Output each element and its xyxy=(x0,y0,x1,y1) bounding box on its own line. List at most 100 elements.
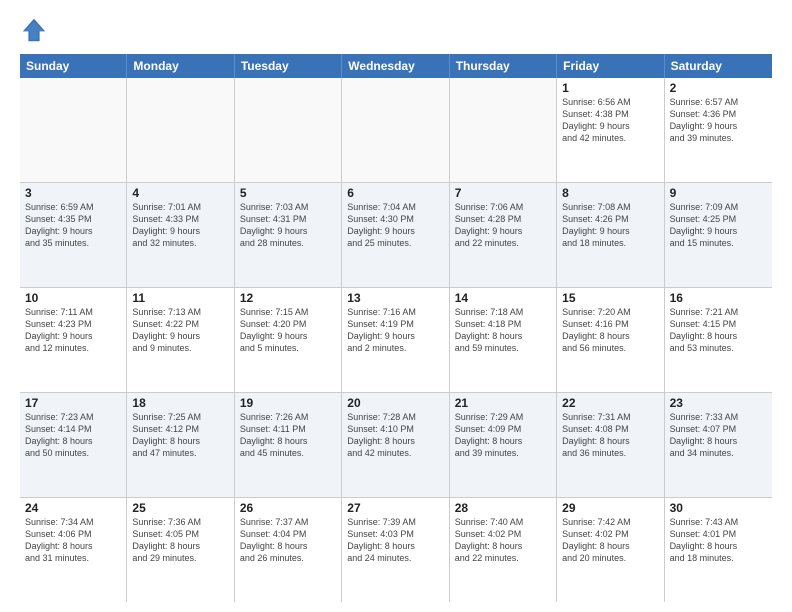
calendar-header: SundayMondayTuesdayWednesdayThursdayFrid… xyxy=(20,54,772,78)
day-cell: 20Sunrise: 7:28 AM Sunset: 4:10 PM Dayli… xyxy=(342,393,449,497)
day-info: Sunrise: 7:13 AM Sunset: 4:22 PM Dayligh… xyxy=(132,306,228,355)
day-info: Sunrise: 7:31 AM Sunset: 4:08 PM Dayligh… xyxy=(562,411,658,460)
empty-cell xyxy=(235,78,342,182)
day-number: 23 xyxy=(670,396,767,410)
weekday-header: Wednesday xyxy=(342,54,449,78)
day-info: Sunrise: 7:01 AM Sunset: 4:33 PM Dayligh… xyxy=(132,201,228,250)
day-cell: 12Sunrise: 7:15 AM Sunset: 4:20 PM Dayli… xyxy=(235,288,342,392)
day-info: Sunrise: 6:59 AM Sunset: 4:35 PM Dayligh… xyxy=(25,201,121,250)
day-cell: 10Sunrise: 7:11 AM Sunset: 4:23 PM Dayli… xyxy=(20,288,127,392)
day-number: 8 xyxy=(562,186,658,200)
day-number: 11 xyxy=(132,291,228,305)
day-number: 28 xyxy=(455,501,551,515)
day-cell: 3Sunrise: 6:59 AM Sunset: 4:35 PM Daylig… xyxy=(20,183,127,287)
calendar-body: 1Sunrise: 6:56 AM Sunset: 4:38 PM Daylig… xyxy=(20,78,772,602)
day-cell: 1Sunrise: 6:56 AM Sunset: 4:38 PM Daylig… xyxy=(557,78,664,182)
day-cell: 22Sunrise: 7:31 AM Sunset: 4:08 PM Dayli… xyxy=(557,393,664,497)
day-info: Sunrise: 7:37 AM Sunset: 4:04 PM Dayligh… xyxy=(240,516,336,565)
empty-cell xyxy=(342,78,449,182)
day-info: Sunrise: 7:08 AM Sunset: 4:26 PM Dayligh… xyxy=(562,201,658,250)
day-info: Sunrise: 7:29 AM Sunset: 4:09 PM Dayligh… xyxy=(455,411,551,460)
weekday-header: Friday xyxy=(557,54,664,78)
day-number: 22 xyxy=(562,396,658,410)
day-number: 4 xyxy=(132,186,228,200)
calendar-row: 10Sunrise: 7:11 AM Sunset: 4:23 PM Dayli… xyxy=(20,288,772,393)
calendar: SundayMondayTuesdayWednesdayThursdayFrid… xyxy=(20,54,772,602)
day-cell: 7Sunrise: 7:06 AM Sunset: 4:28 PM Daylig… xyxy=(450,183,557,287)
empty-cell xyxy=(450,78,557,182)
day-info: Sunrise: 7:06 AM Sunset: 4:28 PM Dayligh… xyxy=(455,201,551,250)
day-cell: 18Sunrise: 7:25 AM Sunset: 4:12 PM Dayli… xyxy=(127,393,234,497)
day-cell: 11Sunrise: 7:13 AM Sunset: 4:22 PM Dayli… xyxy=(127,288,234,392)
day-number: 20 xyxy=(347,396,443,410)
day-cell: 2Sunrise: 6:57 AM Sunset: 4:36 PM Daylig… xyxy=(665,78,772,182)
day-number: 1 xyxy=(562,81,658,95)
day-info: Sunrise: 7:15 AM Sunset: 4:20 PM Dayligh… xyxy=(240,306,336,355)
day-info: Sunrise: 6:56 AM Sunset: 4:38 PM Dayligh… xyxy=(562,96,658,145)
calendar-row: 3Sunrise: 6:59 AM Sunset: 4:35 PM Daylig… xyxy=(20,183,772,288)
day-info: Sunrise: 7:20 AM Sunset: 4:16 PM Dayligh… xyxy=(562,306,658,355)
day-cell: 25Sunrise: 7:36 AM Sunset: 4:05 PM Dayli… xyxy=(127,498,234,602)
day-cell: 27Sunrise: 7:39 AM Sunset: 4:03 PM Dayli… xyxy=(342,498,449,602)
day-cell: 23Sunrise: 7:33 AM Sunset: 4:07 PM Dayli… xyxy=(665,393,772,497)
day-number: 13 xyxy=(347,291,443,305)
day-number: 24 xyxy=(25,501,121,515)
day-cell: 15Sunrise: 7:20 AM Sunset: 4:16 PM Dayli… xyxy=(557,288,664,392)
day-info: Sunrise: 7:11 AM Sunset: 4:23 PM Dayligh… xyxy=(25,306,121,355)
day-number: 5 xyxy=(240,186,336,200)
day-info: Sunrise: 7:03 AM Sunset: 4:31 PM Dayligh… xyxy=(240,201,336,250)
weekday-header: Saturday xyxy=(665,54,772,78)
day-info: Sunrise: 7:39 AM Sunset: 4:03 PM Dayligh… xyxy=(347,516,443,565)
empty-cell xyxy=(20,78,127,182)
day-cell: 24Sunrise: 7:34 AM Sunset: 4:06 PM Dayli… xyxy=(20,498,127,602)
calendar-row: 17Sunrise: 7:23 AM Sunset: 4:14 PM Dayli… xyxy=(20,393,772,498)
day-number: 17 xyxy=(25,396,121,410)
day-number: 7 xyxy=(455,186,551,200)
day-info: Sunrise: 7:42 AM Sunset: 4:02 PM Dayligh… xyxy=(562,516,658,565)
calendar-row: 24Sunrise: 7:34 AM Sunset: 4:06 PM Dayli… xyxy=(20,498,772,602)
day-number: 27 xyxy=(347,501,443,515)
day-number: 16 xyxy=(670,291,767,305)
day-number: 9 xyxy=(670,186,767,200)
weekday-header: Monday xyxy=(127,54,234,78)
day-info: Sunrise: 7:04 AM Sunset: 4:30 PM Dayligh… xyxy=(347,201,443,250)
day-cell: 13Sunrise: 7:16 AM Sunset: 4:19 PM Dayli… xyxy=(342,288,449,392)
day-info: Sunrise: 7:26 AM Sunset: 4:11 PM Dayligh… xyxy=(240,411,336,460)
calendar-row: 1Sunrise: 6:56 AM Sunset: 4:38 PM Daylig… xyxy=(20,78,772,183)
logo-icon xyxy=(20,16,48,44)
empty-cell xyxy=(127,78,234,182)
day-info: Sunrise: 7:34 AM Sunset: 4:06 PM Dayligh… xyxy=(25,516,121,565)
day-number: 14 xyxy=(455,291,551,305)
day-info: Sunrise: 7:25 AM Sunset: 4:12 PM Dayligh… xyxy=(132,411,228,460)
day-cell: 8Sunrise: 7:08 AM Sunset: 4:26 PM Daylig… xyxy=(557,183,664,287)
day-info: Sunrise: 7:21 AM Sunset: 4:15 PM Dayligh… xyxy=(670,306,767,355)
day-cell: 30Sunrise: 7:43 AM Sunset: 4:01 PM Dayli… xyxy=(665,498,772,602)
header xyxy=(20,16,772,44)
day-number: 29 xyxy=(562,501,658,515)
day-number: 26 xyxy=(240,501,336,515)
day-number: 10 xyxy=(25,291,121,305)
weekday-header: Thursday xyxy=(450,54,557,78)
day-info: Sunrise: 7:36 AM Sunset: 4:05 PM Dayligh… xyxy=(132,516,228,565)
day-info: Sunrise: 7:43 AM Sunset: 4:01 PM Dayligh… xyxy=(670,516,767,565)
page: SundayMondayTuesdayWednesdayThursdayFrid… xyxy=(0,0,792,612)
day-info: Sunrise: 7:28 AM Sunset: 4:10 PM Dayligh… xyxy=(347,411,443,460)
day-cell: 26Sunrise: 7:37 AM Sunset: 4:04 PM Dayli… xyxy=(235,498,342,602)
day-cell: 28Sunrise: 7:40 AM Sunset: 4:02 PM Dayli… xyxy=(450,498,557,602)
day-number: 25 xyxy=(132,501,228,515)
day-cell: 21Sunrise: 7:29 AM Sunset: 4:09 PM Dayli… xyxy=(450,393,557,497)
day-number: 19 xyxy=(240,396,336,410)
day-info: Sunrise: 7:09 AM Sunset: 4:25 PM Dayligh… xyxy=(670,201,767,250)
day-number: 2 xyxy=(670,81,767,95)
day-cell: 19Sunrise: 7:26 AM Sunset: 4:11 PM Dayli… xyxy=(235,393,342,497)
day-cell: 6Sunrise: 7:04 AM Sunset: 4:30 PM Daylig… xyxy=(342,183,449,287)
weekday-header: Tuesday xyxy=(235,54,342,78)
day-cell: 14Sunrise: 7:18 AM Sunset: 4:18 PM Dayli… xyxy=(450,288,557,392)
day-info: Sunrise: 7:23 AM Sunset: 4:14 PM Dayligh… xyxy=(25,411,121,460)
day-info: Sunrise: 7:16 AM Sunset: 4:19 PM Dayligh… xyxy=(347,306,443,355)
day-number: 12 xyxy=(240,291,336,305)
day-cell: 16Sunrise: 7:21 AM Sunset: 4:15 PM Dayli… xyxy=(665,288,772,392)
day-number: 21 xyxy=(455,396,551,410)
day-cell: 17Sunrise: 7:23 AM Sunset: 4:14 PM Dayli… xyxy=(20,393,127,497)
day-number: 30 xyxy=(670,501,767,515)
